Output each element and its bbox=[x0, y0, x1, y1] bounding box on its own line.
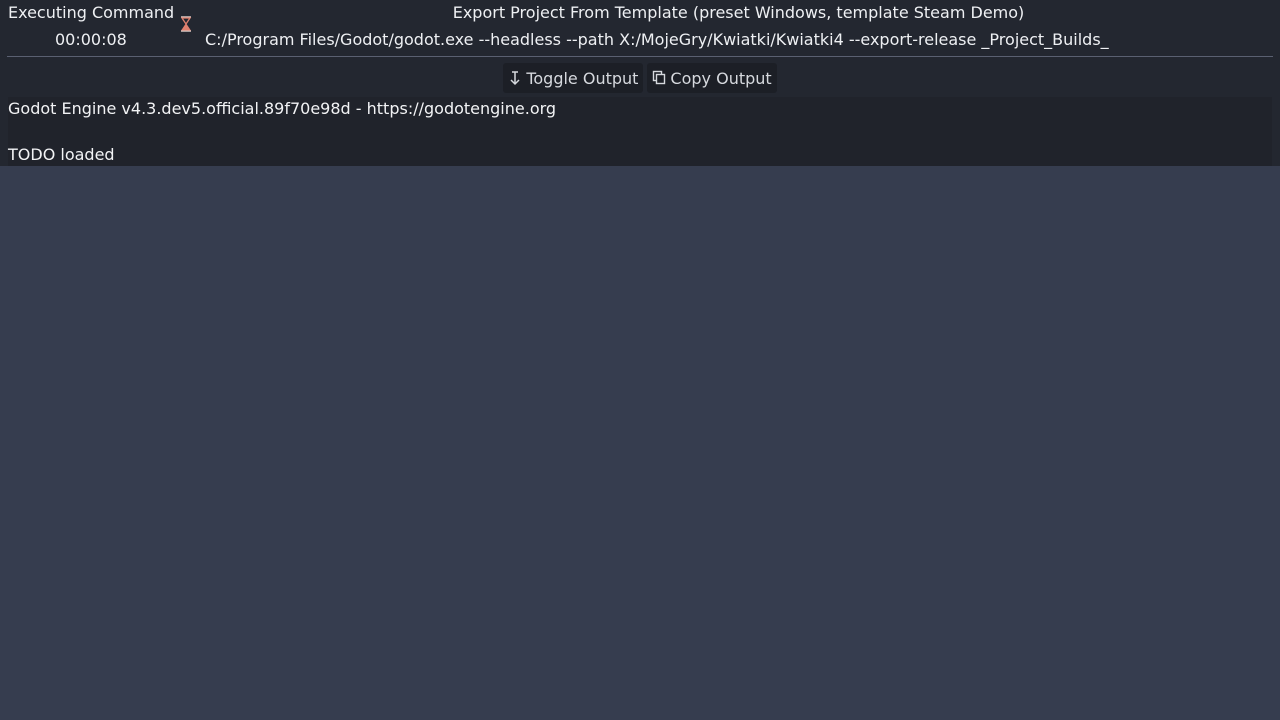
hourglass-icon bbox=[178, 15, 194, 33]
output-line: Godot Engine v4.3.dev5.official.89f70e98… bbox=[8, 99, 557, 118]
output-toolbar: Toggle Output Copy Output bbox=[0, 63, 1280, 93]
command-panel: Executing Command 00:00:08 Export Projec… bbox=[0, 0, 1280, 166]
status-label: Executing Command bbox=[8, 3, 175, 22]
copy-icon bbox=[652, 70, 666, 86]
separator bbox=[7, 56, 1273, 57]
toggle-output-button[interactable]: Toggle Output bbox=[503, 63, 644, 93]
task-title: Export Project From Template (preset Win… bbox=[452, 3, 1025, 22]
copy-output-label: Copy Output bbox=[670, 68, 772, 88]
copy-output-button[interactable]: Copy Output bbox=[647, 63, 777, 93]
output-log[interactable]: Godot Engine v4.3.dev5.official.89f70e98… bbox=[8, 97, 1272, 166]
command-line: C:/Program Files/Godot/godot.exe --headl… bbox=[205, 30, 1109, 49]
output-line: TODO loaded bbox=[8, 145, 115, 164]
arrow-down-icon bbox=[508, 70, 522, 86]
toggle-output-label: Toggle Output bbox=[526, 68, 639, 88]
elapsed-time: 00:00:08 bbox=[55, 30, 127, 49]
